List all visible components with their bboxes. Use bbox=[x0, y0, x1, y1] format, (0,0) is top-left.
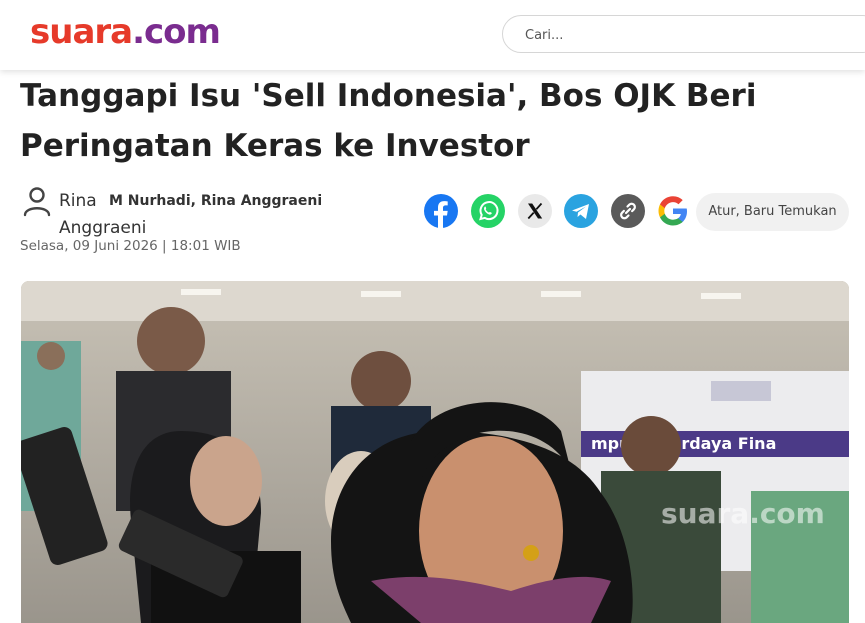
author-avatar-icon bbox=[23, 187, 51, 217]
hero-photo-illustration: mpuan Berdaya Fina suara.com bbox=[21, 281, 849, 623]
facebook-icon bbox=[424, 194, 458, 228]
author-image-alt-text: Rina Anggraeni bbox=[59, 191, 147, 238]
x-icon bbox=[518, 194, 552, 228]
article-hero-image: mpuan Berdaya Fina suara.com bbox=[21, 281, 849, 623]
site-header: suara.com bbox=[0, 0, 865, 70]
google-icon bbox=[658, 196, 687, 226]
share-copy-link-button[interactable] bbox=[611, 194, 645, 228]
share-facebook-button[interactable] bbox=[424, 194, 458, 228]
share-x-button[interactable] bbox=[518, 194, 552, 228]
author-block: Rina Anggraeni M Nurhadi, Rina Anggraeni bbox=[20, 184, 340, 238]
author-names-link[interactable]: M Nurhadi, Rina Anggraeni bbox=[109, 191, 322, 211]
google-news-button[interactable] bbox=[655, 193, 691, 229]
telegram-icon bbox=[564, 194, 598, 228]
logo-part-com: .com bbox=[132, 12, 221, 52]
google-follow-button[interactable]: Atur, Baru Temukan bbox=[696, 193, 849, 231]
logo-part-suara: suara bbox=[30, 12, 133, 52]
search-input[interactable] bbox=[523, 16, 857, 54]
photo-watermark: suara.com bbox=[661, 497, 825, 530]
banner-text: mpuan Berdaya Fina bbox=[591, 434, 776, 453]
publish-date: Selasa, 09 Juni 2026 | 18:01 WIB bbox=[20, 238, 241, 254]
share-telegram-button[interactable] bbox=[564, 194, 598, 228]
whatsapp-icon bbox=[471, 194, 505, 228]
link-icon bbox=[611, 194, 645, 228]
site-logo[interactable]: suara.com bbox=[30, 12, 221, 52]
article-title: Tanggapi Isu 'Sell Indonesia', Bos OJK B… bbox=[20, 78, 757, 164]
search-box[interactable] bbox=[502, 15, 865, 54]
share-whatsapp-button[interactable] bbox=[471, 194, 505, 228]
